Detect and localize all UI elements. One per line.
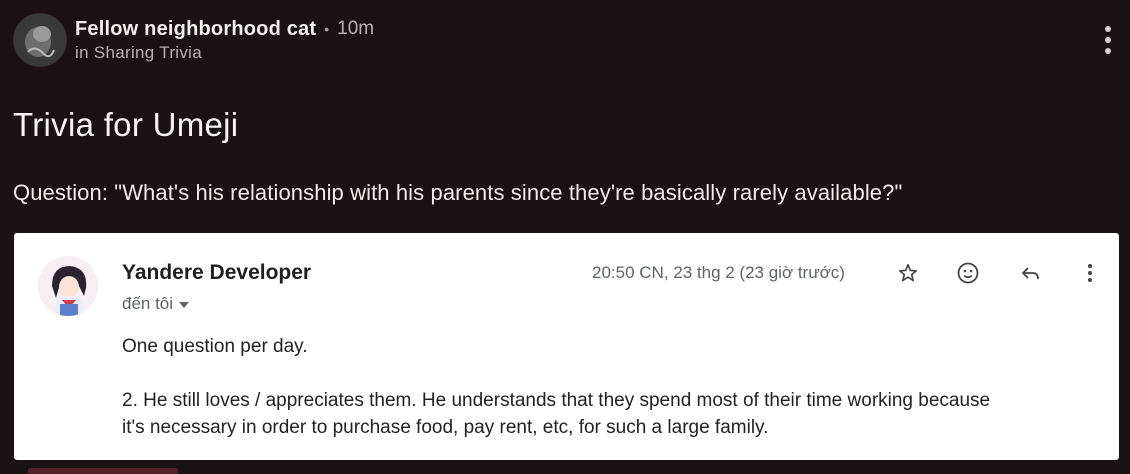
email-screenshot[interactable]: Yandere Developer đến tôi 20:50 CN, 23 t… xyxy=(14,233,1119,460)
emoji-icon[interactable] xyxy=(954,259,982,287)
cut-off-footer xyxy=(28,468,178,474)
email-body-line: 2. He still loves / appreciates them. He… xyxy=(122,390,991,411)
star-icon[interactable] xyxy=(894,259,922,287)
post-title: Trivia for Umeji xyxy=(13,106,239,143)
post-meta: Fellow neighborhood cat • 10m in Sharing… xyxy=(75,18,374,63)
anime-girl-avatar-icon xyxy=(38,256,98,316)
email-date: 20:50 CN, 23 thg 2 (23 giờ trước) xyxy=(592,263,845,282)
cat-avatar-icon xyxy=(14,14,66,66)
email-sender: Yandere Developer xyxy=(122,261,312,284)
sender-avatar xyxy=(38,256,98,316)
email-body-line: One question per day. xyxy=(122,336,308,357)
more-vert-icon[interactable] xyxy=(1076,259,1104,287)
recipient-label: đến tôi xyxy=(122,294,174,313)
email-body-line: it's necessary in order to purchase food… xyxy=(122,417,769,438)
author-name[interactable]: Fellow neighborhood cat xyxy=(75,18,316,41)
kebab-dot xyxy=(1105,48,1111,54)
kebab-dot xyxy=(1105,37,1111,43)
author-avatar[interactable] xyxy=(13,13,67,67)
reply-icon[interactable] xyxy=(1016,259,1044,287)
post-header: Fellow neighborhood cat • 10m in Sharing… xyxy=(13,13,374,67)
community-link[interactable]: in Sharing Trivia xyxy=(75,43,374,63)
email-recipient[interactable]: đến tôi xyxy=(122,294,190,314)
separator-dot: • xyxy=(324,21,330,37)
kebab-dot xyxy=(1105,26,1111,32)
post-question: Question: "What's his relationship with … xyxy=(13,180,903,205)
kebab-menu-icon[interactable] xyxy=(1104,26,1112,54)
post-time: 10m xyxy=(337,18,375,39)
caret-down-icon xyxy=(179,301,190,308)
